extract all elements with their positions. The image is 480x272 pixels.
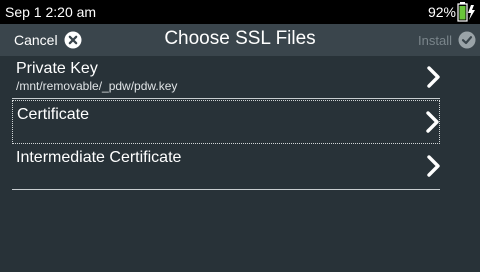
chevron-right-icon xyxy=(426,111,439,133)
item-label: Private Key xyxy=(16,60,98,77)
chevron-right-icon xyxy=(427,66,440,88)
list-item-private-key[interactable]: Private Key /mnt/removable/_pdw/pdw.key xyxy=(12,56,440,99)
check-circle-icon xyxy=(458,31,476,49)
item-label: Intermediate Certificate xyxy=(16,149,182,166)
install-button[interactable]: Install xyxy=(418,28,476,52)
list-item-intermediate-certificate[interactable]: Intermediate Certificate xyxy=(12,144,440,190)
chevron-right-icon xyxy=(427,155,440,177)
status-bar: Sep 1 2:20 am 92% xyxy=(0,0,480,24)
title-bar: Cancel Choose SSL Files Install xyxy=(0,24,480,56)
status-time: Sep 1 2:20 am xyxy=(5,4,97,20)
item-label: Certificate xyxy=(17,106,90,123)
install-label: Install xyxy=(418,32,452,48)
battery-charging-icon xyxy=(457,2,475,22)
page-title: Choose SSL Files xyxy=(164,28,316,49)
battery-percent: 92% xyxy=(427,4,456,20)
list-item-certificate[interactable]: Certificate xyxy=(12,100,440,144)
item-path: /mnt/removable/_pdw/pdw.key xyxy=(16,79,178,93)
